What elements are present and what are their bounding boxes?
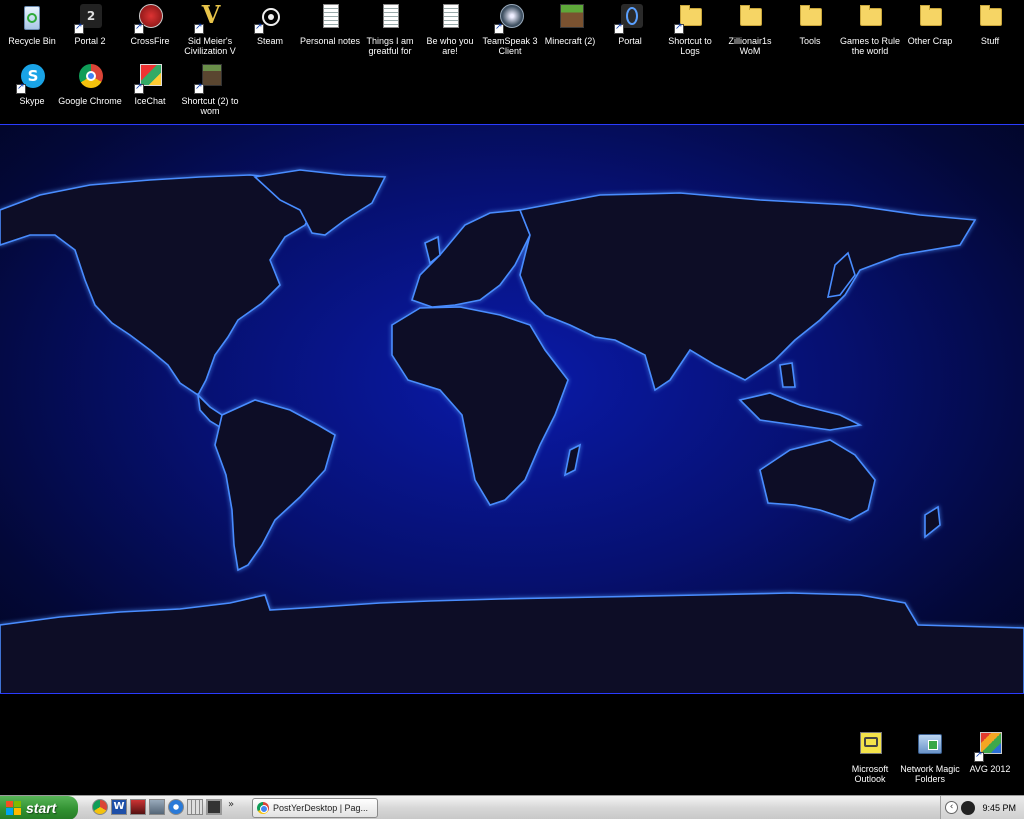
- desktop-icon-civilization-v[interactable]: V Sid Meier's Civilization V: [178, 2, 242, 57]
- desktop-icon-label: Personal notes: [299, 36, 361, 46]
- desktop-icon-avg-2012[interactable]: AVG 2012: [958, 730, 1022, 774]
- taskbar-window-title: PostYerDesktop | Pag...: [273, 803, 369, 813]
- desktop-icon-minecraft-2[interactable]: Minecraft (2): [538, 2, 602, 46]
- desktop-icon-label: Skype: [19, 96, 45, 106]
- civilization-icon: V: [194, 2, 226, 34]
- icechat-icon: [134, 62, 166, 94]
- desktop-icon-recycle-bin[interactable]: Recycle Bin: [0, 2, 64, 46]
- desktop-icon-label: Other Crap: [907, 36, 953, 46]
- desktop-icon-label: Games to Rule the world: [839, 36, 901, 56]
- desktop-icon-personal-notes[interactable]: Personal notes: [298, 2, 362, 46]
- desktop-icon-stuff[interactable]: Stuff: [958, 2, 1022, 46]
- steam-icon: [254, 2, 286, 34]
- desktop-icon-label: Shortcut (2) to wom: [181, 96, 239, 116]
- desktop-icon-other-crap[interactable]: Other Crap: [898, 2, 962, 46]
- chrome-icon: [74, 62, 106, 94]
- desktop-icon-label: Google Chrome: [58, 96, 122, 106]
- outlook-icon: [854, 730, 886, 762]
- desktop-icon-label: Steam: [256, 36, 283, 46]
- desktop-icon-label: Sid Meier's Civilization V: [184, 36, 236, 56]
- desktop-icon-skype[interactable]: S Skype: [0, 62, 64, 106]
- crossfire-icon: [134, 2, 166, 34]
- chrome-icon[interactable]: [92, 799, 108, 815]
- folder-icon: [734, 2, 766, 34]
- desktop-icon-label: Zillionair1s WoM: [728, 36, 772, 56]
- desktop-icon-label: Shortcut to Logs: [668, 36, 712, 56]
- desktop-icon-zillionair[interactable]: Zillionair1s WoM: [718, 2, 782, 56]
- desktop-icon-label: Things I am greatful for: [366, 36, 414, 56]
- folder-shortcut-icon: [674, 2, 706, 34]
- steam-tray-icon[interactable]: [961, 801, 975, 815]
- desktop-icon-shortcut-wom[interactable]: Shortcut (2) to wom: [178, 62, 242, 116]
- wallpaper-world-map: [0, 124, 1024, 694]
- media-icon[interactable]: [130, 799, 146, 815]
- recycle-bin-icon: [16, 2, 48, 34]
- taskbar: start W » PostYerDesktop | Pag... ‹ 9:45…: [0, 795, 1024, 819]
- chrome-icon: [257, 802, 269, 814]
- folder-icon: [794, 2, 826, 34]
- desktop-icon-label: IceChat: [134, 96, 166, 106]
- system-tray: ‹ 9:45 PM: [940, 796, 1024, 819]
- desktop-icon-label: CrossFire: [130, 36, 170, 46]
- desktop-icon-shortcut-logs[interactable]: Shortcut to Logs: [658, 2, 722, 56]
- desktop-icon-tools[interactable]: Tools: [778, 2, 842, 46]
- desktop-icon-label: Portal 2: [74, 36, 106, 46]
- portal-icon: [614, 2, 646, 34]
- desktop-icon-be-who-you-are[interactable]: Be who you are!: [418, 2, 482, 56]
- start-label: start: [26, 800, 57, 816]
- desktop-icon-games-rule[interactable]: Games to Rule the world: [838, 2, 902, 56]
- desktop-icon-icechat[interactable]: IceChat: [118, 62, 182, 106]
- desktop-icon-label: Recycle Bin: [8, 36, 56, 46]
- desktop-icon-steam[interactable]: Steam: [238, 2, 302, 46]
- calculator-icon[interactable]: [187, 799, 203, 815]
- desktop-icon-label: AVG 2012: [969, 764, 1011, 774]
- desktop[interactable]: Recycle Bin 2 Portal 2 CrossFire V Sid M…: [0, 0, 1024, 795]
- tray-expand-button[interactable]: ‹: [945, 801, 958, 814]
- desktop-icon-ms-outlook[interactable]: Microsoft Outlook: [838, 730, 902, 784]
- skype-icon: S: [16, 62, 48, 94]
- folder-icon: [914, 2, 946, 34]
- desktop-icon-network-magic[interactable]: Network Magic Folders: [898, 730, 962, 784]
- desktop-icon-label: Be who you are!: [426, 36, 474, 56]
- desktop-icon-portal-2[interactable]: 2 Portal 2: [58, 2, 122, 46]
- monitor-icon[interactable]: [206, 799, 222, 815]
- teamspeak-icon: [494, 2, 526, 34]
- desktop-icon-label: Stuff: [980, 36, 1000, 46]
- quick-launch-more-button[interactable]: »: [228, 799, 234, 810]
- avg-icon: [974, 730, 1006, 762]
- desktop-icon-portal[interactable]: Portal: [598, 2, 662, 46]
- world-map-graphic: [0, 169, 1024, 693]
- desktop-icon-google-chrome[interactable]: Google Chrome: [58, 62, 122, 106]
- minecraft-block-icon: [194, 62, 226, 94]
- text-document-icon: [434, 2, 466, 34]
- desktop-icon-label: TeamSpeak 3 Client: [482, 36, 538, 56]
- text-document-icon: [374, 2, 406, 34]
- text-document-icon: [314, 2, 346, 34]
- desktop-icon-crossfire[interactable]: CrossFire: [118, 2, 182, 46]
- folder-icon: [974, 2, 1006, 34]
- quick-launch-bar: W: [92, 799, 222, 817]
- desktop-icon-label: Microsoft Outlook: [851, 764, 889, 784]
- windows-flag-icon: [6, 801, 21, 815]
- desktop-icon-things-grateful[interactable]: Things I am greatful for: [358, 2, 422, 56]
- portal2-icon: 2: [74, 2, 106, 34]
- ie-icon[interactable]: [168, 799, 184, 815]
- folder-icon: [854, 2, 886, 34]
- minecraft-icon: [554, 2, 586, 34]
- start-button[interactable]: start: [0, 796, 78, 819]
- taskbar-window-button-chrome[interactable]: PostYerDesktop | Pag...: [252, 798, 378, 818]
- network-icon[interactable]: [149, 799, 165, 815]
- desktop-icon-label: Tools: [799, 36, 821, 46]
- network-folder-icon: [914, 730, 946, 762]
- desktop-icon-label: Network Magic Folders: [900, 764, 960, 784]
- word-icon[interactable]: W: [111, 799, 127, 815]
- desktop-icon-label: Portal: [618, 36, 642, 46]
- desktop-icon-teamspeak[interactable]: TeamSpeak 3 Client: [478, 2, 542, 56]
- clock[interactable]: 9:45 PM: [982, 796, 1016, 819]
- desktop-icon-label: Minecraft (2): [544, 36, 596, 46]
